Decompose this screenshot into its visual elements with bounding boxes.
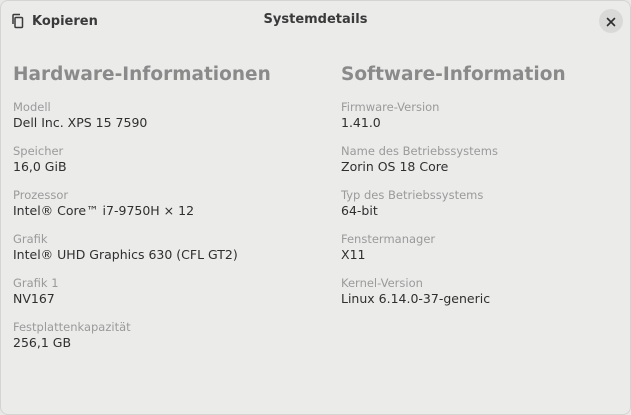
- row-value: Intel® UHD Graphics 630 (CFL GT2): [13, 247, 238, 262]
- row-value: Zorin OS 18 Core: [341, 159, 449, 174]
- row-value: NV167: [13, 291, 55, 306]
- hardware-section: Hardware-Informationen Modell Dell Inc. …: [13, 63, 293, 363]
- row-value: Dell Inc. XPS 15 7590: [13, 115, 148, 130]
- row-label: Prozessor: [13, 188, 69, 202]
- header-bar: Kopieren Systemdetails: [1, 1, 630, 41]
- row-value: 256,1 GB: [13, 335, 72, 350]
- hardware-row-processor: Prozessor Intel® Core™ i7-9750H × 12: [13, 187, 293, 231]
- software-section-title: Software-Information: [341, 64, 566, 85]
- hardware-row-model: Modell Dell Inc. XPS 15 7590: [13, 99, 293, 143]
- software-row-os-name: Name des Betriebssystems Zorin OS 18 Cor…: [341, 143, 621, 187]
- software-row-os-type: Typ des Betriebssystems 64-bit: [341, 187, 621, 231]
- hardware-row-memory: Speicher 16,0 GiB: [13, 143, 293, 187]
- hardware-rows: Modell Dell Inc. XPS 15 7590 Speicher 16…: [13, 99, 293, 363]
- close-icon: [606, 12, 616, 31]
- row-label: Name des Betriebssystems: [341, 144, 498, 158]
- row-label: Modell: [13, 100, 51, 114]
- row-value: 64-bit: [341, 203, 378, 218]
- software-row-window-manager: Fenstermanager X11: [341, 231, 621, 275]
- row-label: Typ des Betriebssystems: [341, 188, 484, 202]
- row-label: Kernel-Version: [341, 276, 423, 290]
- row-label: Fenstermanager: [341, 232, 436, 246]
- software-row-kernel: Kernel-Version Linux 6.14.0-37-generic: [341, 275, 621, 319]
- row-label: Firmware-Version: [341, 100, 440, 114]
- row-value: Intel® Core™ i7-9750H × 12: [13, 203, 195, 218]
- software-section: Software-Information Firmware-Version 1.…: [341, 63, 621, 319]
- hardware-row-graphics: Grafik Intel® UHD Graphics 630 (CFL GT2): [13, 231, 293, 275]
- hardware-row-disk-capacity: Festplattenkapazität 256,1 GB: [13, 319, 293, 363]
- row-value: 1.41.0: [341, 115, 381, 130]
- window-title: Systemdetails: [263, 12, 368, 27]
- system-details-window: Kopieren Systemdetails Hardware-Informat…: [0, 0, 631, 415]
- hardware-row-graphics-1: Grafik 1 NV167: [13, 275, 293, 319]
- row-value: 16,0 GiB: [13, 159, 67, 174]
- row-label: Festplattenkapazität: [13, 320, 131, 334]
- row-value: X11: [341, 247, 366, 262]
- row-label: Grafik 1: [13, 276, 59, 290]
- software-row-firmware: Firmware-Version 1.41.0: [341, 99, 621, 143]
- row-label: Grafik: [13, 232, 48, 246]
- hardware-section-title: Hardware-Informationen: [13, 64, 271, 85]
- close-button[interactable]: [599, 9, 623, 33]
- row-value: Linux 6.14.0-37-generic: [341, 291, 491, 306]
- row-label: Speicher: [13, 144, 64, 158]
- software-rows: Firmware-Version 1.41.0 Name des Betrieb…: [341, 99, 621, 319]
